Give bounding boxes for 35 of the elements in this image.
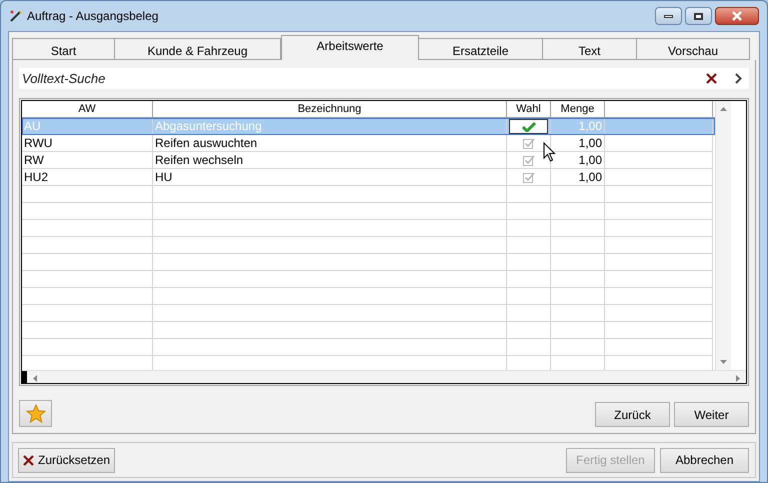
clear-icon[interactable] <box>706 73 717 84</box>
checkbox[interactable] <box>522 172 534 182</box>
table-row[interactable]: RW Reifen wechseln 1,00 <box>22 152 715 169</box>
favorite-button[interactable] <box>19 400 52 427</box>
button[interactable]: Zurück <box>595 402 670 427</box>
chevron-right-icon[interactable] <box>735 73 742 84</box>
window-title: Auftrag - Ausgangsbeleg <box>27 8 158 25</box>
mouse-cursor-icon <box>543 142 556 163</box>
wand-icon <box>9 9 23 23</box>
tab[interactable]: Start <box>12 38 115 60</box>
maximize-button[interactable] <box>685 7 712 25</box>
star-icon <box>26 404 46 423</box>
button[interactable]: Weiter <box>674 402 749 427</box>
reset-button[interactable]: Zurücksetzen <box>18 448 116 472</box>
checkbox[interactable] <box>522 138 534 148</box>
checkmark-icon <box>522 172 534 182</box>
checkmark-icon <box>522 154 534 166</box>
close-icon <box>23 454 34 466</box>
checkmark-icon <box>522 120 536 132</box>
minimize-button[interactable] <box>655 7 682 25</box>
checkbox[interactable] <box>509 118 548 134</box>
checkbox[interactable] <box>522 154 534 166</box>
table-row[interactable]: HU2 HU 1,00 <box>22 169 715 186</box>
table-row[interactable]: RWU Reifen auswuchten 1,00 <box>22 135 715 152</box>
tab[interactable]: Text <box>543 38 637 60</box>
vertical-scrollbar[interactable] <box>715 101 731 370</box>
tab[interactable]: Arbeitswerte <box>281 35 419 60</box>
tab[interactable]: Kunde & Fahrzeug <box>115 38 281 60</box>
close-icon <box>732 11 742 21</box>
tab[interactable]: Ersatzteile <box>419 38 543 60</box>
checkmark-icon <box>522 138 534 148</box>
horizontal-scrollbar[interactable] <box>22 370 746 383</box>
button[interactable]: Abbrechen <box>660 448 749 472</box>
close-button[interactable] <box>715 7 759 25</box>
tab[interactable]: Vorschau <box>637 38 750 60</box>
